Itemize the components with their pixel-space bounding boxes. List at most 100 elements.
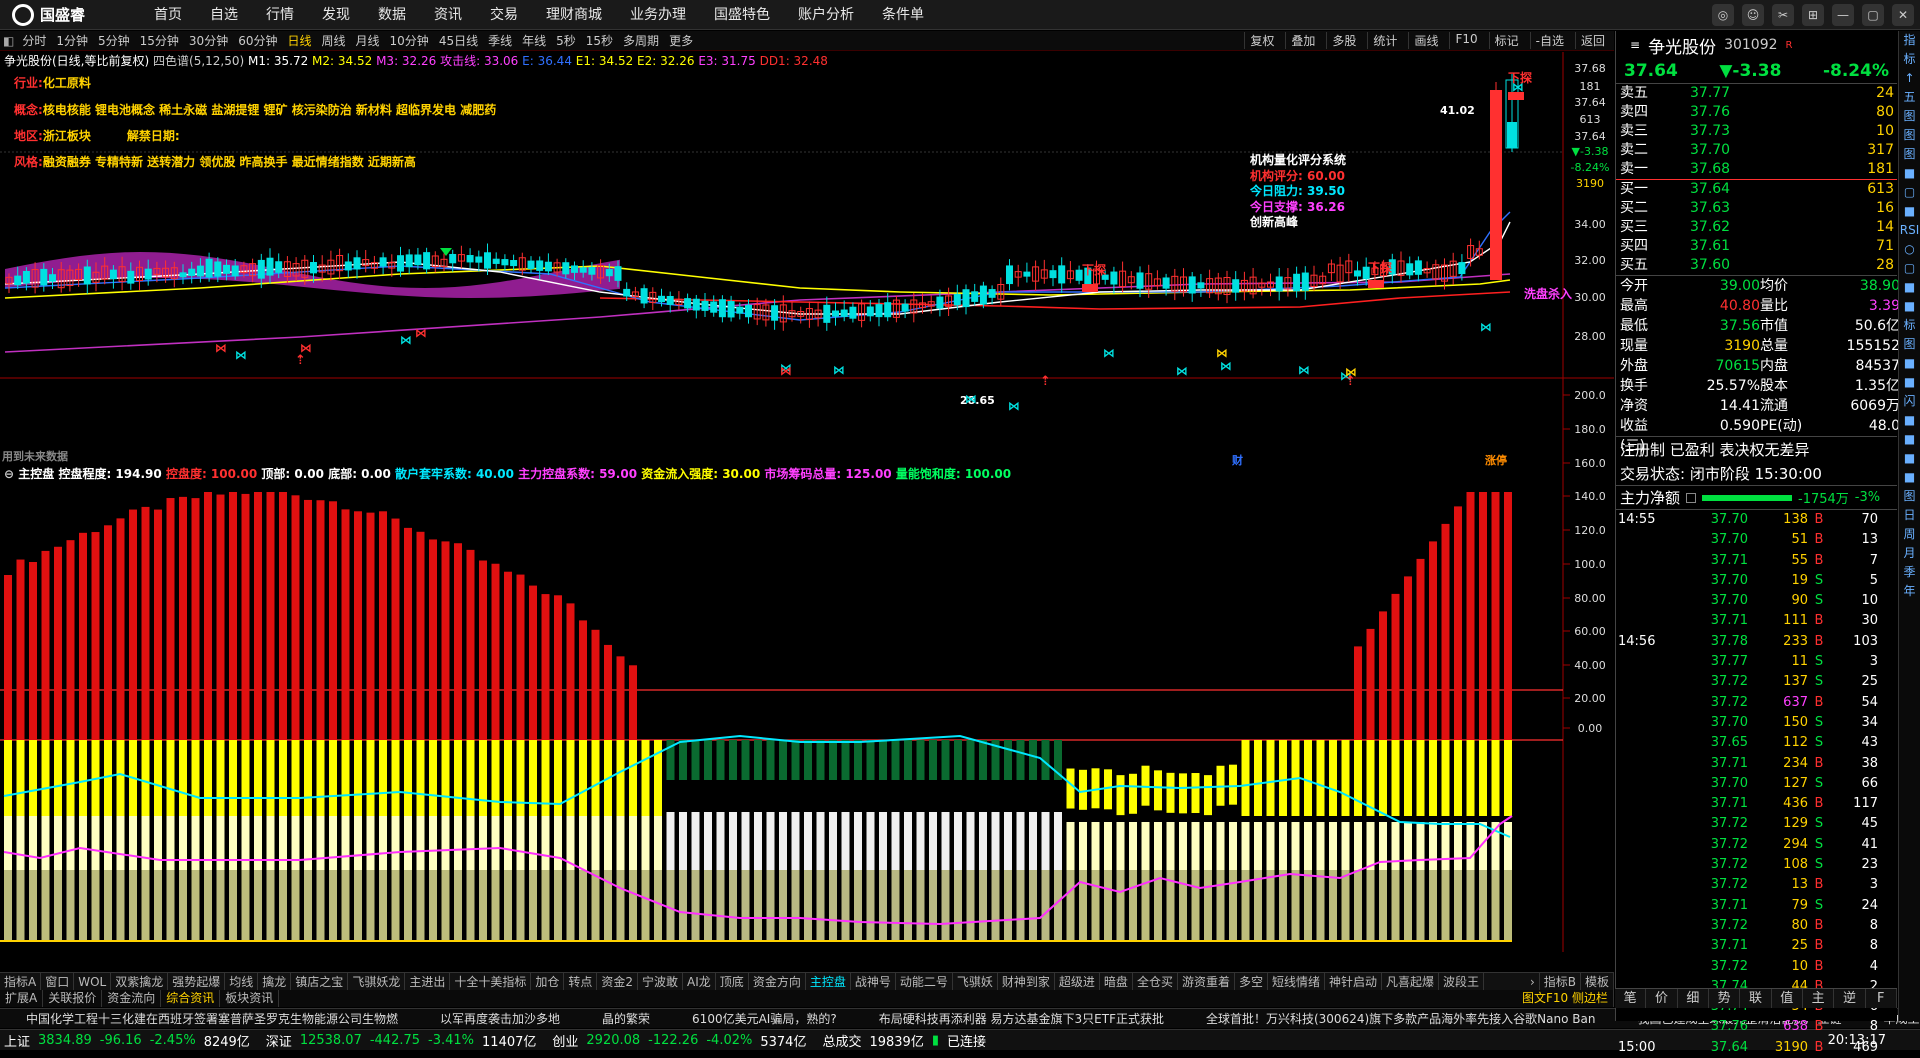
indicator-tab-30[interactable]: 凡喜起爆 — [1382, 973, 1440, 990]
indicator-tab-19[interactable]: 战神号 — [851, 973, 896, 990]
ask-row[interactable]: 卖二 37.70 317 — [1616, 141, 1897, 160]
sidebar-icon-20[interactable]: ■ — [1899, 411, 1920, 430]
sidebar-icon-17[interactable]: ■ — [1899, 354, 1920, 373]
period-tab-8[interactable]: 月线 — [351, 32, 385, 49]
toolbar-button-1[interactable]: 叠加 — [1285, 32, 1320, 49]
sidebar-icon-21[interactable]: ■ — [1899, 430, 1920, 449]
period-tab-2[interactable]: 5分钟 — [93, 32, 135, 49]
message-icon[interactable]: ◎ — [1712, 4, 1734, 26]
quote-tab-3[interactable]: 势 — [1709, 989, 1741, 1008]
indicator-tab-3[interactable]: 双紫擒龙 — [111, 973, 169, 990]
sidebar-icon-25[interactable]: 日 — [1899, 506, 1920, 525]
ask-row[interactable]: 卖三 37.73 10 — [1616, 122, 1897, 141]
sub-collapse-icon[interactable]: ⊖ — [4, 467, 14, 481]
quote-tab-7[interactable]: 逆 — [1834, 989, 1866, 1008]
sidebar-icon-1[interactable]: 标 — [1899, 50, 1920, 69]
info-tab-1[interactable]: 关联报价 — [43, 990, 103, 1007]
period-tab-16[interactable]: 更多 — [664, 32, 698, 49]
sidebar-icon-24[interactable]: 图 — [1899, 487, 1920, 506]
skin-icon[interactable]: ✂ — [1772, 4, 1794, 26]
sidebar-icon-29[interactable]: 年 — [1899, 582, 1920, 601]
menu-item-5[interactable]: 资讯 — [420, 0, 476, 30]
sidebar-icon-5[interactable]: 图 — [1899, 126, 1920, 145]
user-icon[interactable]: ☺ — [1742, 4, 1764, 26]
period-tab-9[interactable]: 10分钟 — [385, 32, 434, 49]
period-tab-15[interactable]: 多周期 — [618, 32, 664, 49]
indicator-tab-13[interactable]: 资金2 — [597, 973, 639, 990]
indicator-tab-29[interactable]: 神针启动 — [1325, 973, 1383, 990]
quote-tab-2[interactable]: 细 — [1678, 989, 1709, 1008]
period-tab-14[interactable]: 15秒 — [581, 32, 618, 49]
indicator-tab-14[interactable]: 宁波敢 — [638, 973, 684, 990]
sidebar-icon-9[interactable]: ■ — [1899, 202, 1920, 221]
indicator-tab-20[interactable]: 动能二号 — [896, 973, 953, 990]
indicator-tab-26[interactable]: 游资重着 — [1178, 973, 1235, 990]
bid-row[interactable]: 买三 37.62 14 — [1616, 218, 1897, 237]
indicator-group-tab-1[interactable]: 模板 — [1581, 973, 1614, 990]
layout-icon[interactable]: ◧ — [0, 34, 17, 48]
menu-item-6[interactable]: 交易 — [476, 0, 532, 30]
indicator-name[interactable]: 四色谱(5,12,50) — [153, 54, 244, 68]
indicator-tab-15[interactable]: AI龙 — [683, 973, 716, 990]
toolbar-button-5[interactable]: F10 — [1449, 32, 1482, 49]
news-item-0[interactable]: 中国化学工程十三化建在西班牙签署塞普萨圣罗克生物能源公司生物燃 — [26, 1009, 398, 1028]
menu-item-8[interactable]: 业务办理 — [616, 0, 700, 30]
sidebar-icon-23[interactable]: ■ — [1899, 468, 1920, 487]
indicator-tab-24[interactable]: 暗盘 — [1100, 973, 1133, 990]
indicator-tab-18[interactable]: 主控盘 — [806, 973, 851, 990]
cy-label[interactable]: 创业 — [548, 1031, 582, 1050]
indicator-tab-31[interactable]: 波段王 — [1439, 973, 1485, 990]
quote-tab-6[interactable]: 主 — [1803, 989, 1835, 1008]
style-value[interactable]: 融资融券 专精特新 送转潜力 领优股 昨高换手 最近情绪指数 近期新高 — [43, 155, 416, 169]
sidebar-icon-26[interactable]: 周 — [1899, 525, 1920, 544]
indicator-tab-1[interactable]: 窗口 — [41, 973, 75, 990]
menu-item-0[interactable]: 首页 — [140, 0, 196, 30]
sidebar-icon-6[interactable]: 图 — [1899, 145, 1920, 164]
sidebar-icon-0[interactable]: 指 — [1899, 31, 1920, 50]
industry-value[interactable]: 化工原料 — [43, 76, 91, 90]
settings-icon[interactable]: ⊞ — [1802, 4, 1824, 26]
menu-item-9[interactable]: 国盛特色 — [700, 0, 784, 30]
quote-tab-5[interactable]: 值 — [1772, 989, 1803, 1008]
sidebar-icon-10[interactable]: RSI — [1899, 221, 1920, 240]
indicator-tab-2[interactable]: WOL — [74, 973, 112, 990]
app-logo[interactable]: 国盛睿 — [0, 3, 140, 26]
toolbar-button-7[interactable]: -自选 — [1529, 32, 1569, 49]
ask-row[interactable]: 卖五 37.77 24 — [1616, 84, 1897, 103]
indicator-tab-7[interactable]: 镇店之宝 — [291, 973, 349, 990]
sidebar-icon-11[interactable]: ○ — [1899, 240, 1920, 259]
indicator-tab-6[interactable]: 擒龙 — [258, 973, 292, 990]
sidebar-icon-18[interactable]: ■ — [1899, 373, 1920, 392]
indicator-tabs-scroll[interactable]: › — [1526, 973, 1540, 990]
sidebar-icon-27[interactable]: 月 — [1899, 544, 1920, 563]
toolbar-button-8[interactable]: 返回 — [1574, 32, 1610, 49]
indicator-tab-25[interactable]: 全仓买 — [1133, 973, 1178, 990]
sidebar-icon-3[interactable]: 五 — [1899, 88, 1920, 107]
minimize-icon[interactable]: — — [1832, 4, 1854, 26]
period-tab-5[interactable]: 60分钟 — [233, 32, 282, 49]
info-tab-3[interactable]: 综合资讯 — [161, 990, 221, 1007]
info-tab-4[interactable]: 板块资讯 — [220, 990, 280, 1007]
indicator-tab-9[interactable]: 主进出 — [405, 973, 451, 990]
indicator-tab-17[interactable]: 资金方向 — [749, 973, 806, 990]
toolbar-button-2[interactable]: 多股 — [1326, 32, 1361, 49]
tick-list[interactable]: 14:55 37.70 138 B 70 37.70 51 B 13 37.71 55 B 7 37.70… — [1616, 509, 1897, 1058]
indicator-tab-10[interactable]: 十全十美指标 — [450, 973, 532, 990]
period-tab-1[interactable]: 1分钟 — [51, 32, 93, 49]
quote-tab-8[interactable]: F — [1866, 989, 1897, 1008]
period-tab-3[interactable]: 15分钟 — [135, 32, 184, 49]
news-item-3[interactable]: 6100亿美元AI骗局，熟的? — [692, 1009, 837, 1028]
quote-tab-0[interactable]: 笔 — [1615, 989, 1647, 1008]
indicator-tab-28[interactable]: 短线情绪 — [1268, 973, 1325, 990]
period-tab-12[interactable]: 年线 — [517, 32, 551, 49]
period-tab-11[interactable]: 季线 — [483, 32, 517, 49]
sidebar-icon-13[interactable]: ■ — [1899, 278, 1920, 297]
bid-row[interactable]: 买五 37.60 28 — [1616, 256, 1897, 275]
region-value[interactable]: 浙江板块 — [43, 129, 91, 143]
period-tab-6[interactable]: 日线 — [282, 32, 316, 49]
close-icon[interactable]: ✕ — [1892, 4, 1914, 26]
menu-item-1[interactable]: 自选 — [196, 0, 252, 30]
indicator-tab-21[interactable]: 飞骐妖 — [953, 973, 998, 990]
indicator-tab-16[interactable]: 顶底 — [716, 973, 749, 990]
indicator-tab-8[interactable]: 飞骐妖龙 — [348, 973, 406, 990]
